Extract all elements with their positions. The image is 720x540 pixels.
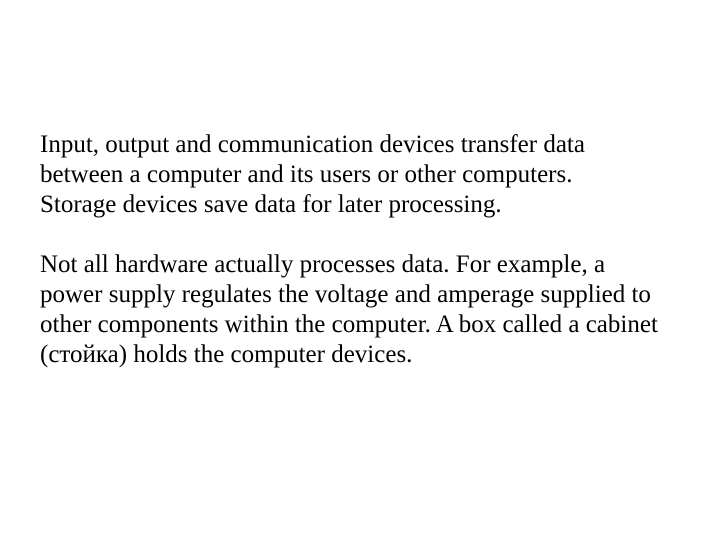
text-io-devices: Input, output and communication devices … bbox=[40, 131, 585, 188]
paragraph-io-devices: Input, output and communication devices … bbox=[40, 130, 670, 220]
text-hardware: Not all hardware actually processes data… bbox=[40, 251, 658, 368]
text-storage-devices: Storage devices save data for later proc… bbox=[40, 191, 502, 218]
paragraph-hardware: Not all hardware actually processes data… bbox=[40, 250, 670, 370]
